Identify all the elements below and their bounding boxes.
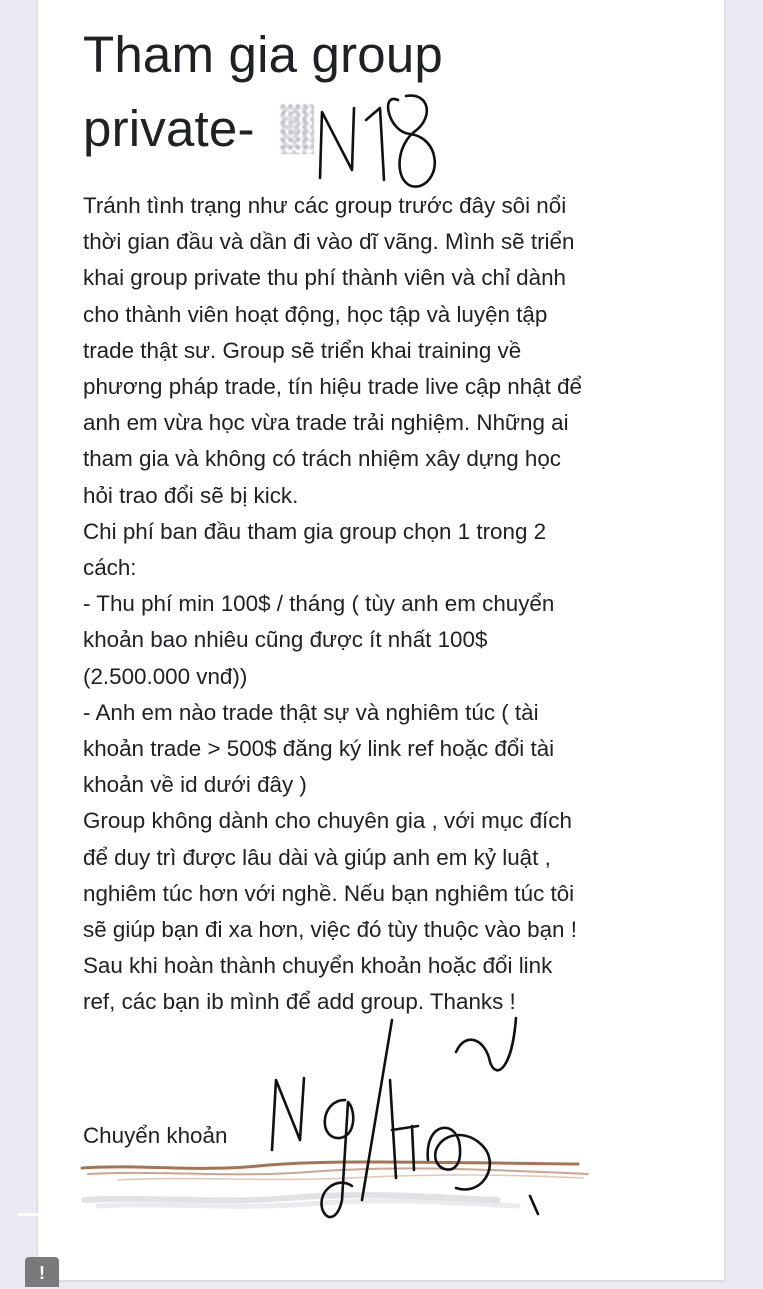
form-title: Tham gia group private- [83,18,683,166]
exclamation-icon[interactable]: ! [25,1257,59,1287]
description-line: sẽ giúp bạn đi xa hơn, việc đó tùy thuộc… [83,917,577,943]
form-title-line-2: private- [83,100,255,157]
description-line: cách: [83,555,137,581]
bottom-redaction [80,1160,589,1209]
description-line: nghiêm túc hơn với nghề. Nếu bạn nghiêm … [83,880,575,906]
description-line: hỏi trao đổi sẽ bị kick. [83,482,299,508]
form-title-line-1: Tham gia group [83,26,443,83]
description-line: - Anh em nào trade thật sự và nghiêm túc… [83,699,539,725]
description-line: khoản trade > 500$ đăng ký link ref hoặc… [83,736,555,762]
description-line: thời gian đầu và dần đi vào dĩ vãng. Mìn… [83,229,575,255]
description-line: trade thật sư. Group sẽ triển khai train… [83,337,522,363]
description-line: tham gia và không có trách nhiệm xây dựn… [83,446,561,472]
description-line: ref, các bạn ib mình để add group. Thank… [83,989,516,1015]
description-line: khai group private thu phí thành viên và… [83,265,566,291]
description-line: khoản bao nhiêu cũng được ít nhất 100$ [83,627,488,653]
title-redaction-blur [280,104,314,154]
description-line: Group không dành cho chuyên gia , với mụ… [83,808,572,834]
left-divider [18,1213,40,1216]
description-line: Chi phí ban đầu tham gia group chọn 1 tr… [83,518,547,544]
description-line: - Thu phí min 100$ / tháng ( tùy anh em … [83,591,555,617]
description-line: khoản về id dưới đây ) [83,772,307,798]
description-line: (2.500.000 vnđ)) [83,663,248,689]
description-line: cho thành viên hoạt động, học tập và luy… [83,301,548,327]
form-description: Tránh tình trạng như các group trước đây… [83,188,683,1021]
description-line: phương pháp trade, tín hiệu trade live c… [83,374,582,400]
description-line: để duy trì được lâu dài và giúp anh em k… [83,844,551,870]
description-line: anh em vừa học vừa trade trải nghiệm. Nh… [83,410,569,436]
description-line: Sau khi hoàn thành chuyển khoản hoặc đổi… [83,953,553,979]
transfer-label: Chuyển khoản [83,1123,228,1148]
description-line: Tránh tình trạng như các group trước đây… [83,193,567,218]
